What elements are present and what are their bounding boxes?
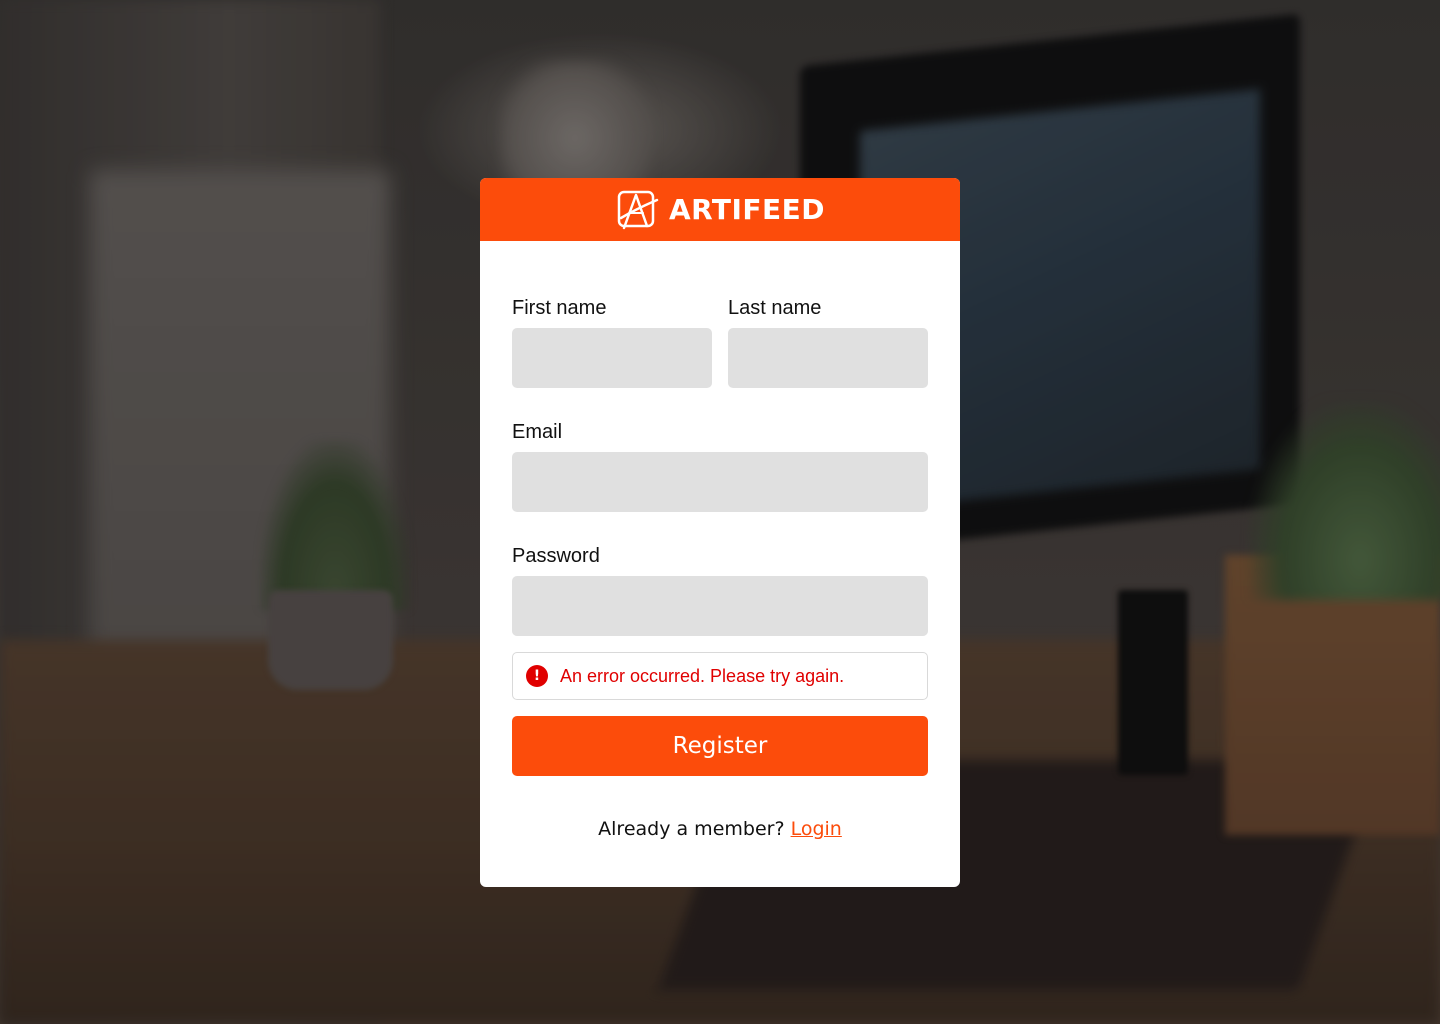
first-name-group: First name <box>512 296 712 388</box>
name-row: First name Last name <box>512 296 928 388</box>
password-group: Password <box>512 544 928 636</box>
email-label: Email <box>512 421 563 443</box>
first-name-input[interactable] <box>512 328 712 388</box>
login-link[interactable]: Login <box>791 818 842 840</box>
error-message: An error occurred. Please try again. <box>560 665 845 686</box>
last-name-group: Last name <box>728 296 928 388</box>
login-prompt: Already a member? Login <box>512 818 928 840</box>
register-form: First name Last name Email Password ! An… <box>480 241 960 840</box>
artifeed-logo-icon <box>615 188 659 232</box>
last-name-input[interactable] <box>728 328 928 388</box>
brand-header: ARTIFEED <box>480 178 960 241</box>
error-alert: ! An error occurred. Please try again. <box>512 652 928 700</box>
first-name-label: First name <box>512 297 607 319</box>
password-input[interactable] <box>512 576 928 636</box>
login-prompt-text: Already a member? <box>598 818 791 840</box>
last-name-label: Last name <box>728 297 822 319</box>
password-label: Password <box>512 545 600 567</box>
brand-name: ARTIFEED <box>668 193 826 226</box>
register-card: ARTIFEED First name Last name Email Pass… <box>480 178 960 887</box>
email-group: Email <box>512 420 928 512</box>
register-button[interactable]: Register <box>512 716 928 776</box>
exclamation-icon: ! <box>526 665 548 687</box>
email-input[interactable] <box>512 452 928 512</box>
